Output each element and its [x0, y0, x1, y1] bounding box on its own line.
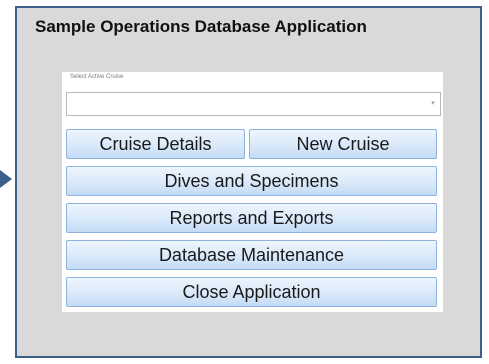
panel-title: Sample Operations Database Application [35, 17, 367, 36]
dives-and-specimens-button[interactable]: Dives and Specimens [66, 166, 437, 196]
new-cruise-button[interactable]: New Cruise [249, 129, 437, 159]
close-application-button[interactable]: Close Application [66, 277, 437, 307]
pointer-arrow-icon [0, 170, 12, 188]
database-maintenance-button[interactable]: Database Maintenance [66, 240, 437, 270]
cruise-select-combobox[interactable]: ▾ [66, 92, 441, 116]
application-panel: Sample Operations Database Application S… [15, 6, 482, 358]
chevron-down-icon[interactable]: ▾ [426, 93, 440, 115]
cruise-details-button[interactable]: Cruise Details [66, 129, 245, 159]
reports-and-exports-button[interactable]: Reports and Exports [66, 203, 437, 233]
cruise-select-label: Select Active Cruise [70, 74, 124, 80]
main-menu: Select Active Cruise ▾ Cruise Details Ne… [62, 72, 443, 312]
